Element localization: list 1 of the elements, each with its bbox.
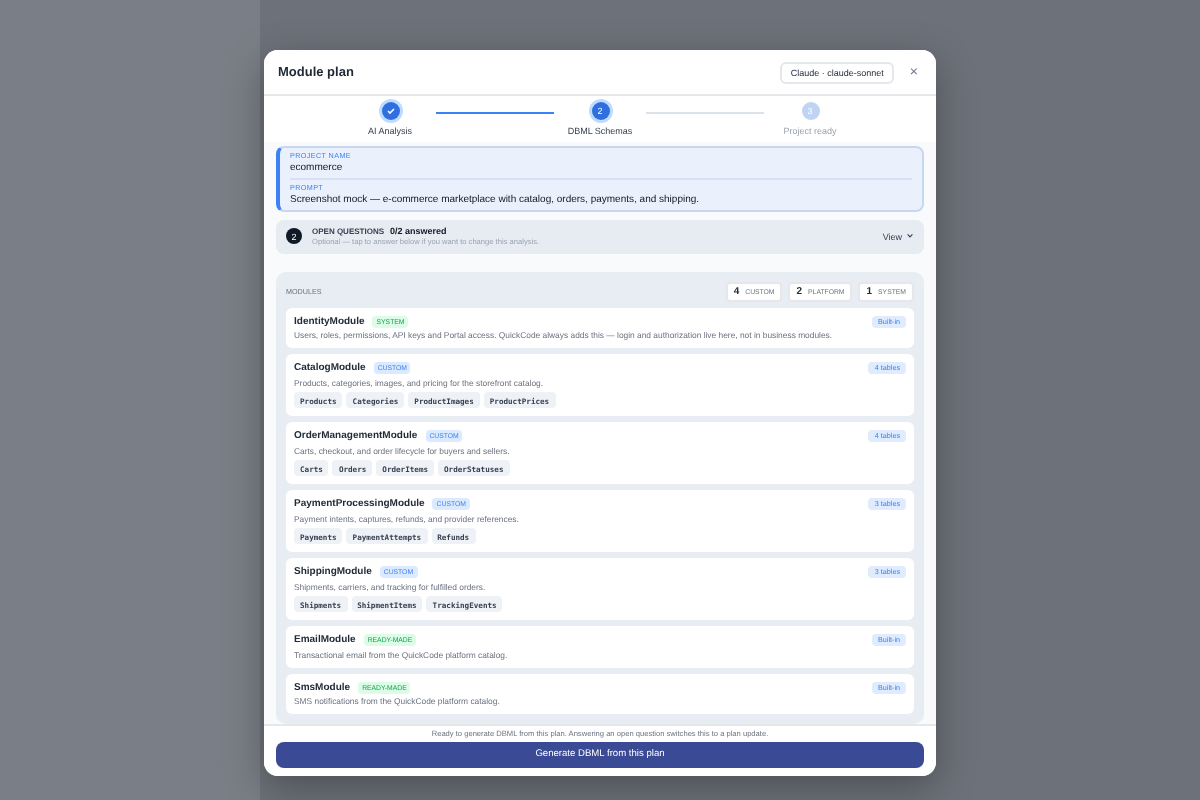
check-icon <box>385 106 395 116</box>
